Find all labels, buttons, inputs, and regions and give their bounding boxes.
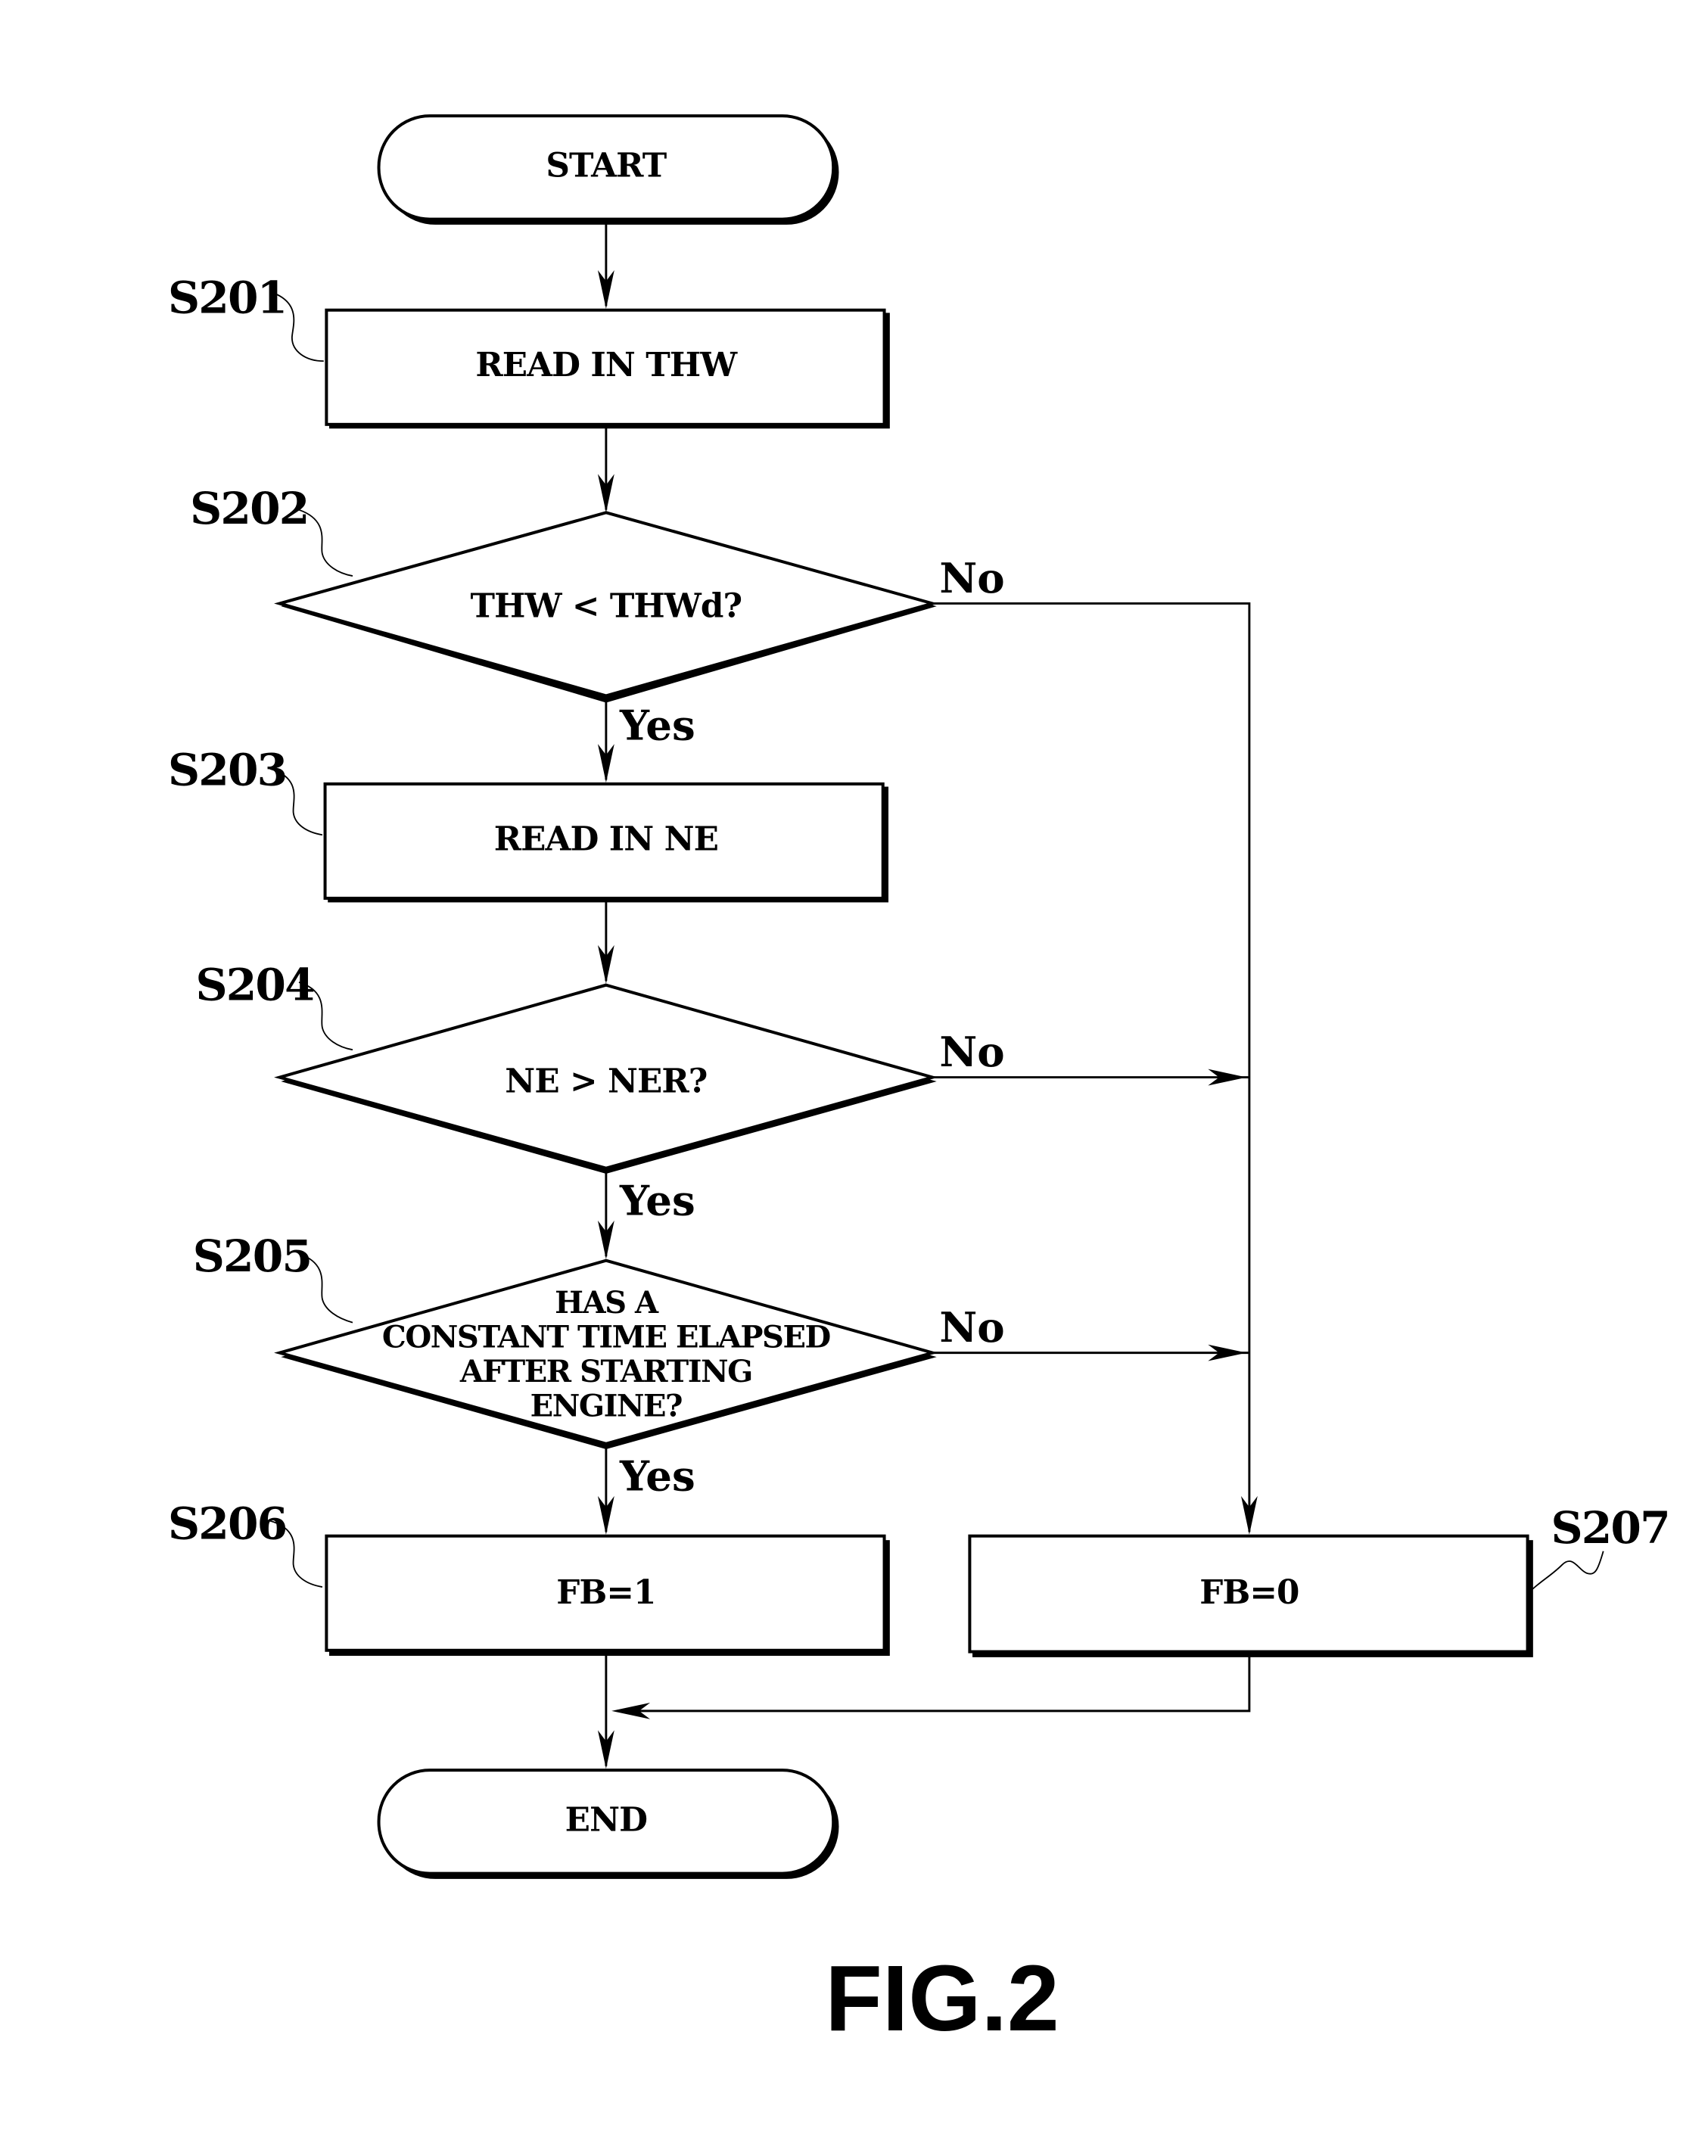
end-label: END (565, 1800, 647, 1839)
s205-line-2: CONSTANT TIME ELAPSED (382, 1319, 831, 1355)
s204-label: NE > NER? (505, 1062, 707, 1101)
s207-label: FB=0 (1199, 1573, 1299, 1612)
decision-s204: NE > NER? (274, 983, 938, 1174)
flowchart: START READ IN THW S201 THW < THWd? S202 … (168, 114, 1671, 2051)
end-terminal: END (377, 1769, 839, 1879)
s206-label: FB=1 (556, 1573, 655, 1612)
step-label-s201: S201 (168, 271, 286, 323)
process-s203: READ IN NE (323, 782, 889, 903)
process-s201: READ IN THW (325, 308, 890, 429)
s205-no-label: No (939, 1303, 1004, 1352)
start-label: START (546, 146, 667, 185)
s205-line-4: ENGINE? (530, 1388, 682, 1423)
process-s206: FB=1 (325, 1534, 890, 1657)
step-label-s205: S205 (193, 1230, 311, 1282)
step-label-s203: S203 (168, 744, 286, 796)
process-s207: FB=0 (968, 1534, 1533, 1657)
step-label-s202: S202 (190, 482, 308, 534)
step-label-s206: S206 (168, 1497, 286, 1549)
s201-label: READ IN THW (475, 346, 738, 384)
leader-s207 (1528, 1551, 1604, 1593)
s204-yes-label: Yes (619, 1177, 695, 1225)
s205-line-1: HAS A (555, 1285, 659, 1321)
s202-label: THW < THWd? (471, 587, 742, 626)
s204-no-label: No (939, 1028, 1004, 1076)
s205-yes-label: Yes (619, 1452, 695, 1501)
step-label-s207: S207 (1551, 1501, 1669, 1554)
s202-no-label: No (939, 554, 1004, 602)
figure-caption: FIG.2 (825, 1946, 1059, 2051)
s202-yes-label: Yes (619, 702, 695, 750)
edge-s207-merge (617, 1653, 1251, 1713)
decision-s202: THW < THWd? (274, 511, 938, 703)
step-label-s204: S204 (195, 959, 314, 1011)
s203-label: READ IN NE (494, 820, 718, 858)
start-terminal: START (377, 114, 839, 225)
decision-s205: HAS A CONSTANT TIME ELAPSED AFTER STARTI… (274, 1258, 938, 1450)
s205-line-3: AFTER STARTING (459, 1354, 752, 1389)
